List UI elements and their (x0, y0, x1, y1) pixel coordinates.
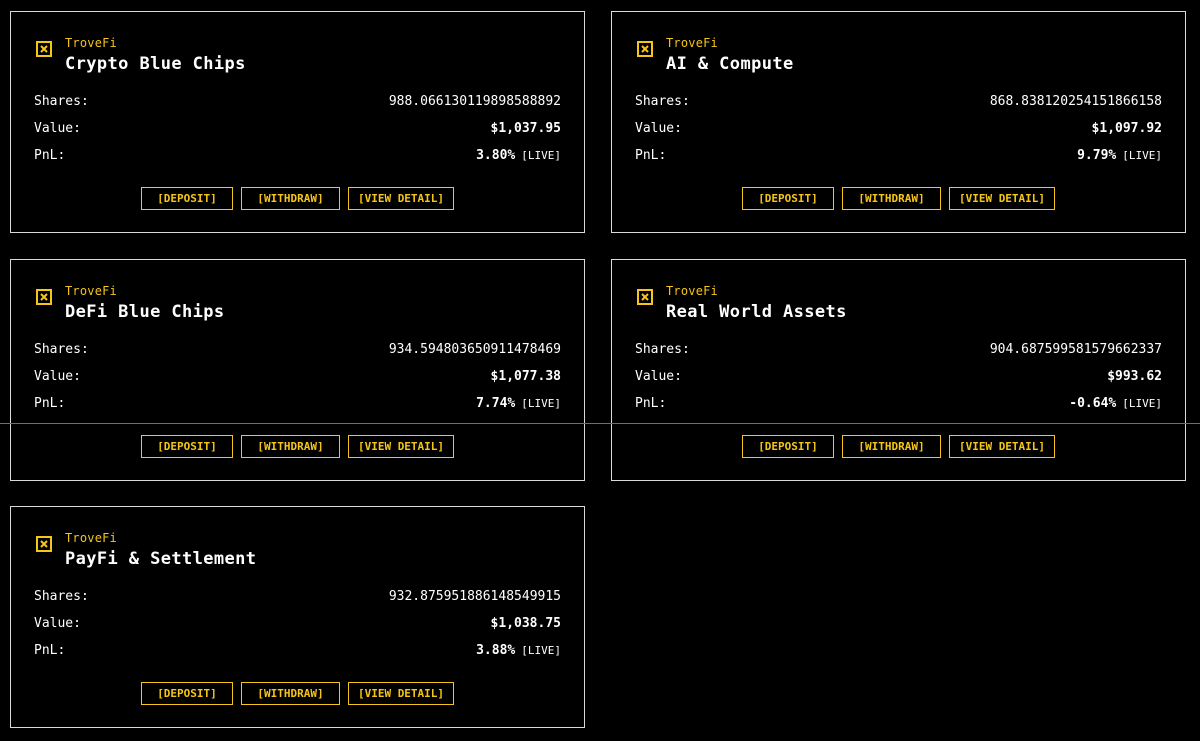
vault-brand: TroveFi (666, 36, 718, 50)
trovefi-logo-icon (637, 289, 653, 305)
pnl-value: 9.79% (1077, 147, 1117, 163)
pnl-display: -0.64% [LIVE] (1069, 396, 1162, 411)
vault-card-crypto-blue-chips: TroveFi Crypto Blue Chips Shares: 988.06… (10, 11, 585, 233)
value-row: Value: $993.62 (635, 367, 1162, 385)
shares-label: Shares: (34, 341, 89, 357)
live-badge: [LIVE] (521, 148, 561, 162)
pnl-row: PnL: 3.80% [LIVE] (34, 146, 561, 164)
deposit-button[interactable]: [DEPOSIT] (742, 187, 834, 210)
vault-title: PayFi & Settlement (65, 549, 257, 569)
live-badge: [LIVE] (1122, 396, 1162, 410)
trovefi-logo-icon (637, 41, 653, 57)
shares-row: Shares: 932.875951886148549915 (34, 587, 561, 605)
value-row: Value: $1,077.38 (34, 367, 561, 385)
value-amount: $993.62 (1107, 368, 1162, 384)
vault-title: DeFi Blue Chips (65, 302, 225, 322)
view-detail-button[interactable]: [VIEW DETAIL] (949, 435, 1055, 458)
deposit-button[interactable]: [DEPOSIT] (141, 682, 233, 705)
withdraw-button[interactable]: [WITHDRAW] (241, 435, 340, 458)
vault-card-real-world-assets: TroveFi Real World Assets Shares: 904.68… (611, 259, 1186, 481)
live-badge: [LIVE] (521, 396, 561, 410)
shares-row: Shares: 868.838120254151866158 (635, 92, 1162, 110)
pnl-value: -0.64% (1069, 395, 1117, 411)
shares-value: 988.066130119898588892 (388, 93, 561, 109)
pnl-row: PnL: -0.64% [LIVE] (635, 394, 1162, 412)
shares-row: Shares: 988.066130119898588892 (34, 92, 561, 110)
pnl-value: 7.74% (476, 395, 516, 411)
pnl-row: PnL: 9.79% [LIVE] (635, 146, 1162, 164)
vault-title: Real World Assets (666, 302, 847, 322)
pnl-row: PnL: 3.88% [LIVE] (34, 641, 561, 659)
shares-row: Shares: 904.687599581579662337 (635, 340, 1162, 358)
card-actions: [DEPOSIT] [WITHDRAW] [VIEW DETAIL] (612, 187, 1185, 210)
shares-value: 934.594803650911478469 (388, 341, 561, 357)
view-detail-button[interactable]: [VIEW DETAIL] (348, 187, 454, 210)
pnl-label: PnL: (34, 395, 66, 411)
vault-brand: TroveFi (65, 36, 117, 50)
value-row: Value: $1,037.95 (34, 119, 561, 137)
vault-card-defi-blue-chips: TroveFi DeFi Blue Chips Shares: 934.5948… (10, 259, 585, 481)
vault-brand: TroveFi (65, 284, 117, 298)
pnl-label: PnL: (635, 147, 667, 163)
vault-title: Crypto Blue Chips (65, 54, 246, 74)
shares-label: Shares: (635, 93, 690, 109)
value-amount: $1,077.38 (490, 368, 561, 384)
trovefi-logo-icon (36, 41, 52, 57)
value-label: Value: (635, 120, 682, 136)
pnl-row: PnL: 7.74% [LIVE] (34, 394, 561, 412)
value-row: Value: $1,038.75 (34, 614, 561, 632)
shares-value: 904.687599581579662337 (989, 341, 1162, 357)
pnl-display: 9.79% [LIVE] (1077, 148, 1162, 163)
view-detail-button[interactable]: [VIEW DETAIL] (949, 187, 1055, 210)
pnl-label: PnL: (34, 642, 66, 658)
pnl-label: PnL: (34, 147, 66, 163)
value-amount: $1,037.95 (490, 120, 561, 136)
shares-label: Shares: (635, 341, 690, 357)
pnl-value: 3.88% (476, 642, 516, 658)
pnl-display: 3.88% [LIVE] (476, 643, 561, 658)
view-detail-button[interactable]: [VIEW DETAIL] (348, 435, 454, 458)
pnl-display: 3.80% [LIVE] (476, 148, 561, 163)
shares-value: 932.875951886148549915 (388, 588, 561, 604)
pnl-display: 7.74% [LIVE] (476, 396, 561, 411)
card-actions: [DEPOSIT] [WITHDRAW] [VIEW DETAIL] (11, 682, 584, 705)
guide-line (0, 423, 1200, 424)
deposit-button[interactable]: [DEPOSIT] (141, 435, 233, 458)
withdraw-button[interactable]: [WITHDRAW] (842, 435, 941, 458)
deposit-button[interactable]: [DEPOSIT] (141, 187, 233, 210)
value-amount: $1,038.75 (490, 615, 561, 631)
card-actions: [DEPOSIT] [WITHDRAW] [VIEW DETAIL] (11, 187, 584, 210)
shares-value: 868.838120254151866158 (989, 93, 1162, 109)
trovefi-logo-icon (36, 536, 52, 552)
value-label: Value: (34, 120, 81, 136)
value-label: Value: (34, 615, 81, 631)
trovefi-logo-icon (36, 289, 52, 305)
withdraw-button[interactable]: [WITHDRAW] (241, 187, 340, 210)
live-badge: [LIVE] (1122, 148, 1162, 162)
withdraw-button[interactable]: [WITHDRAW] (842, 187, 941, 210)
live-badge: [LIVE] (521, 643, 561, 657)
value-label: Value: (34, 368, 81, 384)
value-label: Value: (635, 368, 682, 384)
pnl-label: PnL: (635, 395, 667, 411)
card-actions: [DEPOSIT] [WITHDRAW] [VIEW DETAIL] (612, 435, 1185, 458)
vault-title: AI & Compute (666, 54, 794, 74)
value-row: Value: $1,097.92 (635, 119, 1162, 137)
vault-card-payfi-settlement: TroveFi PayFi & Settlement Shares: 932.8… (10, 506, 585, 728)
withdraw-button[interactable]: [WITHDRAW] (241, 682, 340, 705)
vault-brand: TroveFi (65, 531, 117, 545)
shares-label: Shares: (34, 588, 89, 604)
card-actions: [DEPOSIT] [WITHDRAW] [VIEW DETAIL] (11, 435, 584, 458)
deposit-button[interactable]: [DEPOSIT] (742, 435, 834, 458)
shares-row: Shares: 934.594803650911478469 (34, 340, 561, 358)
value-amount: $1,097.92 (1091, 120, 1162, 136)
vault-brand: TroveFi (666, 284, 718, 298)
view-detail-button[interactable]: [VIEW DETAIL] (348, 682, 454, 705)
pnl-value: 3.80% (476, 147, 516, 163)
shares-label: Shares: (34, 93, 89, 109)
vault-card-ai-compute: TroveFi AI & Compute Shares: 868.8381202… (611, 11, 1186, 233)
